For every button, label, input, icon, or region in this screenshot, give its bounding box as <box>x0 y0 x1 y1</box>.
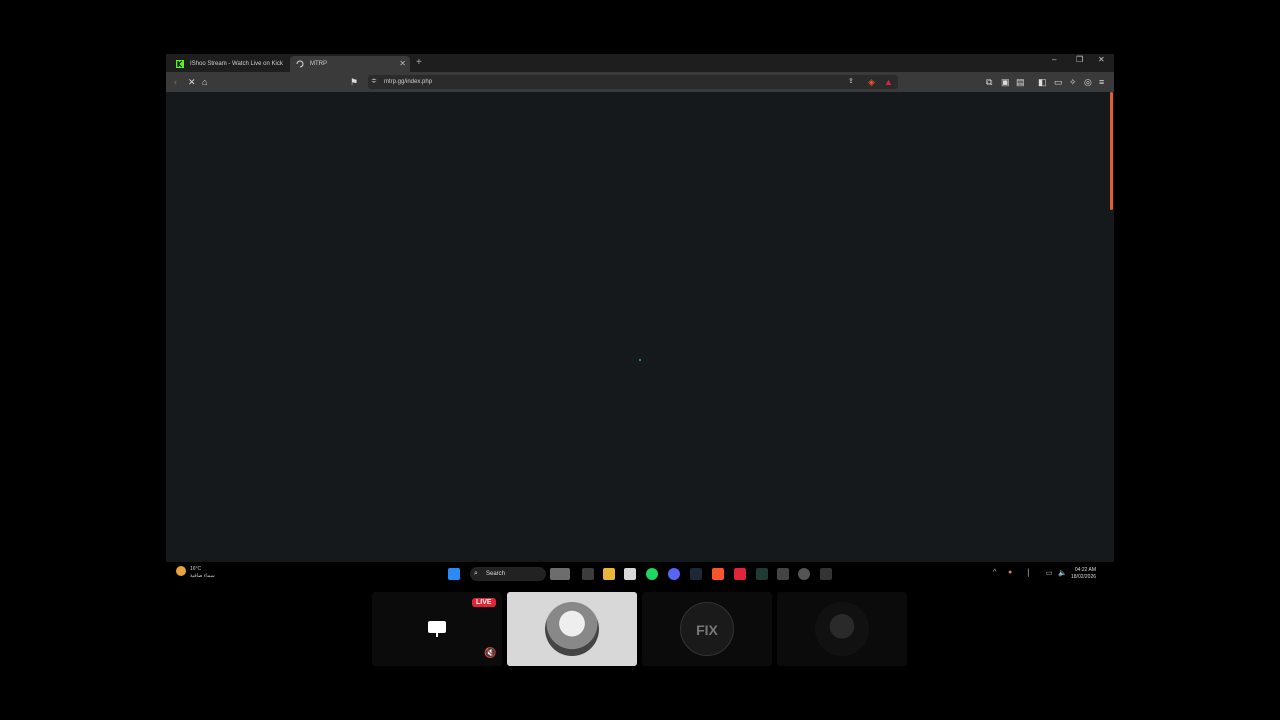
address-bar[interactable]: ≑ mtrp.gg/index.php ⇪ <box>368 75 898 89</box>
scrollbar[interactable] <box>1110 92 1113 210</box>
taskbar-search[interactable]: ⌕ Search <box>470 567 546 581</box>
wallet-icon[interactable]: ▭ <box>1054 76 1063 88</box>
back-icon[interactable]: ‹ <box>174 76 177 88</box>
search-icon: ⌕ <box>474 570 478 577</box>
windows-taskbar: 16°C سماء صافية ⌕ Search ^ ● ▏ ▭ 🔈 04:22… <box>166 562 1114 588</box>
tab-mtrp[interactable]: MTRP ✕ <box>290 56 410 72</box>
weather-temp: 16°C <box>190 566 202 572</box>
new-tab-button[interactable]: + <box>416 57 422 68</box>
dark-avatar <box>815 602 869 656</box>
close-window-icon[interactable]: ✕ <box>1098 55 1105 64</box>
site-info-icon[interactable]: ≑ <box>371 76 377 88</box>
weather-description: سماء صافية <box>190 573 215 579</box>
tab-bar: IShoo Stream - Watch Live on Kick MTRP ✕… <box>166 54 1114 72</box>
avatar <box>545 602 599 656</box>
network-icon[interactable]: ▭ <box>1046 569 1053 577</box>
loading-indicator <box>639 359 641 361</box>
vpn-icon[interactable]: ◎ <box>1084 76 1092 88</box>
weather-icon[interactable] <box>176 566 186 576</box>
start-icon[interactable] <box>448 568 460 580</box>
tray-overflow-icon[interactable]: ^ <box>993 569 996 576</box>
extension-icon-2[interactable]: ▣ <box>1001 76 1010 88</box>
home-icon[interactable]: ⌂ <box>202 76 207 88</box>
task-view-icon[interactable] <box>582 568 594 580</box>
widget-image-icon[interactable] <box>550 568 570 580</box>
tab-label: IShoo Stream - Watch Live on Kick <box>190 61 283 67</box>
store-icon[interactable] <box>624 568 636 580</box>
browser-toolbar: ‹ ✕ ⌂ ⚑ ≑ mtrp.gg/index.php ⇪ ◈ ▲ ⧉ ▣ ▤ … <box>166 72 1114 92</box>
menu-icon[interactable]: ≡ <box>1099 76 1104 88</box>
url-text: mtrp.gg/index.php <box>384 79 433 85</box>
terminal-icon[interactable] <box>820 568 832 580</box>
bookmark-icon[interactable]: ⚑ <box>350 76 358 88</box>
tab-label: MTRP <box>310 61 327 67</box>
excel-icon[interactable] <box>756 568 768 580</box>
spotify-icon[interactable] <box>646 568 658 580</box>
extension-icon-3[interactable]: ▤ <box>1016 76 1025 88</box>
file-explorer-icon[interactable] <box>603 568 615 580</box>
brave-rewards-icon[interactable]: ▲ <box>884 76 893 88</box>
clock[interactable]: 04:22 AM 18/02/2026 <box>1071 567 1096 581</box>
loading-icon <box>296 60 304 68</box>
brave-icon[interactable] <box>712 568 724 580</box>
kick-icon <box>176 60 184 68</box>
share-icon[interactable]: ⇪ <box>848 76 854 88</box>
sidebar-icon[interactable]: ◧ <box>1038 76 1047 88</box>
screen-share-icon <box>428 621 446 637</box>
restore-icon[interactable]: ❐ <box>1076 55 1083 64</box>
mute-icon[interactable]: 🔇 <box>484 648 496 659</box>
fix-logo-tile[interactable]: FIX <box>642 592 772 666</box>
volume-icon[interactable]: 🔈 <box>1058 569 1067 577</box>
clock-date: 18/02/2026 <box>1071 574 1097 580</box>
live-badge: LIVE <box>472 598 496 607</box>
participant-avatar-tile[interactable] <box>507 592 637 666</box>
screen-share-tile[interactable]: LIVE 🔇 <box>372 592 502 666</box>
game-icon[interactable] <box>777 568 789 580</box>
leo-ai-icon[interactable]: ✧ <box>1069 76 1077 88</box>
clock-time: 04:22 AM <box>1074 567 1097 573</box>
dark-avatar-tile[interactable] <box>777 592 907 666</box>
minimize-icon[interactable]: – <box>1052 55 1056 64</box>
fix-logo-icon: FIX <box>680 602 734 656</box>
search-placeholder: Search <box>486 571 506 577</box>
extension-icon[interactable]: ⧉ <box>986 76 992 88</box>
chrome-icon[interactable] <box>798 568 810 580</box>
browser-window: IShoo Stream - Watch Live on Kick MTRP ✕… <box>166 54 1114 562</box>
discord-icon[interactable] <box>668 568 680 580</box>
app-icon[interactable] <box>734 568 746 580</box>
close-tab-icon[interactable]: ✕ <box>399 56 406 72</box>
weather-widget[interactable]: 16°C سماء صافية <box>190 566 215 580</box>
microphone-icon[interactable]: ● <box>1008 569 1012 576</box>
page-content <box>166 92 1114 562</box>
brave-shields-icon[interactable]: ◈ <box>868 76 875 88</box>
tray-icon[interactable]: ▏ <box>1028 569 1033 577</box>
steam-icon[interactable] <box>690 568 702 580</box>
stop-loading-icon[interactable]: ✕ <box>188 76 196 88</box>
tab-kick-stream[interactable]: IShoo Stream - Watch Live on Kick <box>170 56 286 72</box>
